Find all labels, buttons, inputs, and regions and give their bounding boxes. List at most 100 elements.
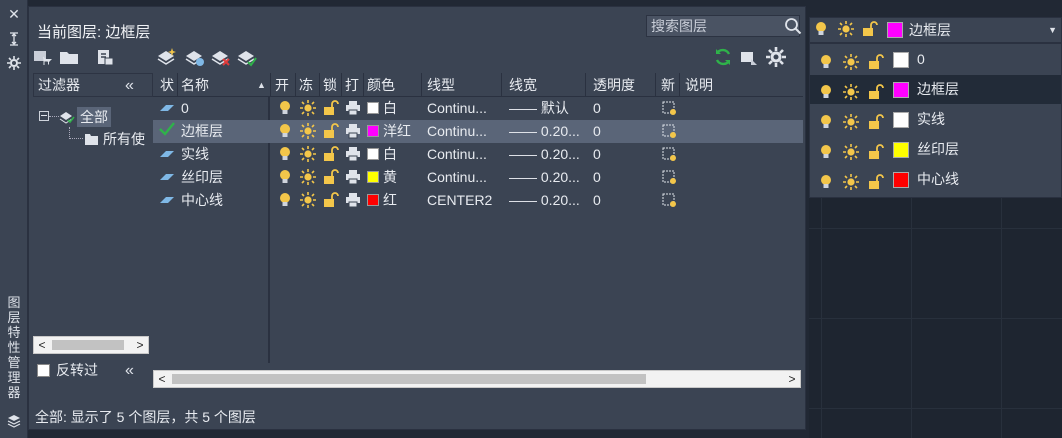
- col-plot[interactable]: 打: [345, 73, 359, 97]
- collapse-filter-bottom-icon[interactable]: «: [125, 362, 134, 380]
- scroll-left-icon[interactable]: <: [154, 371, 170, 387]
- printer-plot-icon[interactable]: [345, 169, 361, 187]
- layer-lineweight[interactable]: —— 0.20...: [509, 120, 583, 143]
- layer-name[interactable]: 丝印层: [181, 166, 223, 189]
- layer-linetype[interactable]: CENTER2: [427, 189, 499, 212]
- dropdown-layer-item[interactable]: 实线: [810, 105, 1061, 134]
- layer-transparency[interactable]: 0: [593, 120, 601, 143]
- col-lock[interactable]: 锁: [323, 73, 337, 97]
- layer-linetype[interactable]: Continu...: [427, 120, 499, 143]
- dropdown-layer-item[interactable]: 中心线: [810, 165, 1061, 194]
- col-on[interactable]: 开: [275, 73, 289, 97]
- layer-row[interactable]: 0 白 Continu... —— 默认 0: [153, 97, 803, 120]
- sun-icon[interactable]: [843, 51, 861, 70]
- new-vp-freeze-icon[interactable]: [661, 146, 677, 164]
- sun-thaw-icon[interactable]: [300, 123, 316, 141]
- new-vp-freeze-icon[interactable]: [661, 123, 677, 141]
- bulb-on-icon[interactable]: [278, 123, 292, 141]
- col-status[interactable]: 状: [160, 73, 174, 97]
- layer-lineweight[interactable]: —— 0.20...: [509, 166, 583, 189]
- new-property-filter-icon[interactable]: [33, 47, 53, 67]
- new-vp-freeze-icon[interactable]: [661, 169, 677, 187]
- col-lineweight[interactable]: 线宽: [509, 73, 537, 97]
- bulb-on-icon[interactable]: [278, 146, 292, 164]
- bulb-icon[interactable]: [819, 141, 837, 159]
- lock-unlocked-icon[interactable]: [323, 146, 339, 164]
- auto-hide-icon[interactable]: [6, 31, 22, 47]
- bulb-on-icon[interactable]: [278, 192, 292, 210]
- lock-icon[interactable]: [868, 111, 886, 129]
- bulb-icon[interactable]: [819, 81, 837, 99]
- sun-icon[interactable]: [843, 171, 861, 190]
- layer-name[interactable]: 边框层: [181, 120, 223, 143]
- lock-icon[interactable]: [868, 81, 886, 99]
- bulb-on-icon[interactable]: [278, 100, 292, 118]
- layer-transparency[interactable]: 0: [593, 189, 601, 212]
- layer-lineweight[interactable]: —— 0.20...: [509, 189, 583, 212]
- new-layer-icon[interactable]: [157, 47, 177, 67]
- sun-thaw-icon[interactable]: [300, 192, 316, 210]
- layer-color-swatch[interactable]: 白: [367, 143, 397, 166]
- layer-color-swatch[interactable]: 红: [367, 189, 397, 212]
- layer-color-swatch[interactable]: 洋红: [367, 120, 411, 143]
- printer-plot-icon[interactable]: [345, 192, 361, 210]
- lock-unlocked-icon[interactable]: [323, 169, 339, 187]
- drawing-canvas[interactable]: [809, 198, 1062, 438]
- lock-unlocked-icon[interactable]: [323, 192, 339, 210]
- close-icon[interactable]: ✕: [6, 6, 22, 22]
- layer-translate-icon[interactable]: [739, 47, 759, 67]
- layer-name[interactable]: 实线: [181, 143, 209, 166]
- layer-name[interactable]: 0: [181, 97, 189, 120]
- new-vp-freeze-icon[interactable]: [661, 192, 677, 210]
- delete-layer-icon[interactable]: [211, 47, 231, 67]
- properties-icon[interactable]: [6, 55, 22, 71]
- layer-transparency[interactable]: 0: [593, 97, 601, 120]
- layer-transparency[interactable]: 0: [593, 166, 601, 189]
- bulb-icon[interactable]: [819, 111, 837, 129]
- dropdown-layer-item[interactable]: 0: [810, 45, 1061, 74]
- new-vp-freeze-icon[interactable]: [661, 100, 677, 118]
- tree-item-all-used[interactable]: 所有使: [103, 129, 153, 149]
- scroll-thumb[interactable]: [172, 374, 646, 384]
- layer-color-swatch[interactable]: 白: [367, 97, 397, 120]
- printer-plot-icon[interactable]: [345, 100, 361, 118]
- sun-icon[interactable]: [843, 81, 861, 100]
- layer-linetype[interactable]: Continu...: [427, 97, 499, 120]
- scroll-right-icon[interactable]: >: [784, 371, 800, 387]
- lock-icon[interactable]: [868, 171, 886, 189]
- chevron-down-icon[interactable]: ▼: [1048, 25, 1057, 35]
- layer-row[interactable]: 中心线 红 CENTER2 —— 0.20... 0: [153, 189, 803, 212]
- sun-icon[interactable]: [843, 111, 861, 130]
- lock-icon[interactable]: [868, 141, 886, 159]
- layer-dropdown[interactable]: 边框层 ▼: [809, 17, 1062, 43]
- dropdown-layer-item[interactable]: 丝印层: [810, 135, 1061, 164]
- search-layers-input[interactable]: 搜索图层: [646, 15, 800, 37]
- layer-lineweight[interactable]: —— 默认: [509, 97, 583, 120]
- col-freeze[interactable]: 冻: [299, 73, 313, 97]
- new-layer-vp-frozen-icon[interactable]: [185, 47, 205, 67]
- lock-icon[interactable]: [868, 51, 886, 69]
- sun-thaw-icon[interactable]: [300, 146, 316, 164]
- new-group-filter-icon[interactable]: [59, 47, 79, 67]
- layer-row[interactable]: 实线 白 Continu... —— 0.20... 0: [153, 143, 803, 166]
- settings-gear-icon[interactable]: [766, 47, 786, 67]
- bulb-on-icon[interactable]: [278, 169, 292, 187]
- layer-states-manager-icon[interactable]: [95, 47, 115, 67]
- tree-collapse-toggle[interactable]: [39, 111, 49, 121]
- sun-thaw-icon[interactable]: [300, 100, 316, 118]
- printer-plot-icon[interactable]: [345, 146, 361, 164]
- filter-horizontal-scrollbar[interactable]: < >: [33, 336, 149, 354]
- layer-row[interactable]: 边框层 洋红 Continu... —— 0.20... 0: [153, 120, 803, 143]
- layer-lineweight[interactable]: —— 0.20...: [509, 143, 583, 166]
- layer-linetype[interactable]: Continu...: [427, 143, 499, 166]
- scroll-thumb[interactable]: [52, 340, 124, 350]
- col-description[interactable]: 说明: [685, 73, 713, 97]
- printer-plot-icon[interactable]: [345, 123, 361, 141]
- col-name[interactable]: 名称: [181, 73, 209, 97]
- lock-unlocked-icon[interactable]: [323, 100, 339, 118]
- layer-manager-icon[interactable]: [6, 412, 22, 428]
- tree-item-all[interactable]: 全部: [77, 107, 111, 127]
- bulb-icon[interactable]: [819, 51, 837, 69]
- scroll-left-icon[interactable]: <: [34, 337, 50, 353]
- lock-unlocked-icon[interactable]: [323, 123, 339, 141]
